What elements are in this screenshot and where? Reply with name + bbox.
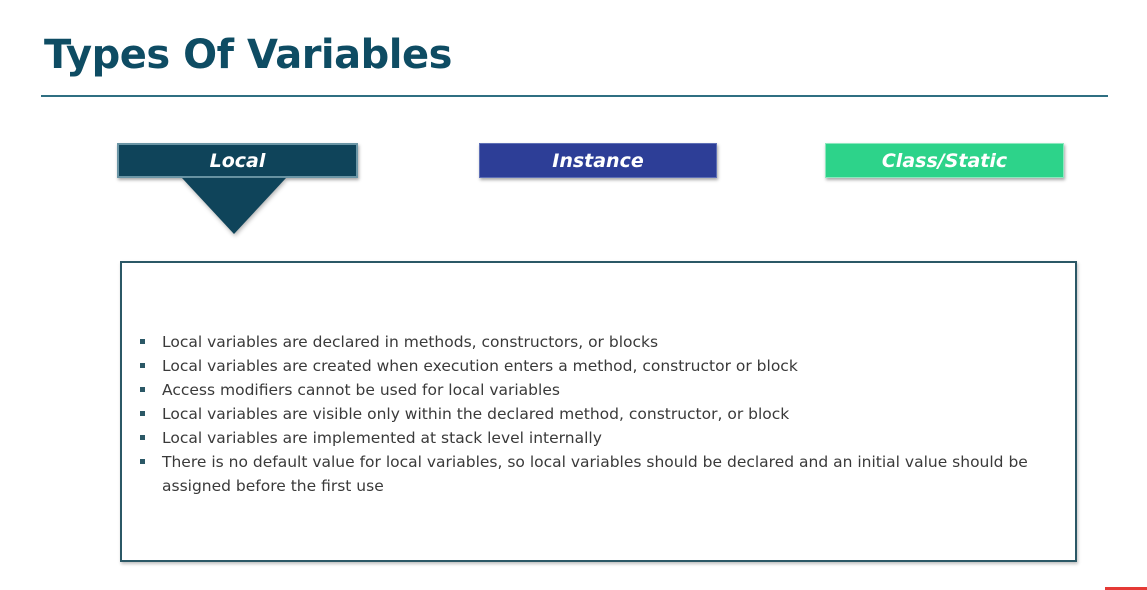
- slide-canvas: Types Of Variables Local Instance Class/…: [0, 0, 1147, 590]
- tab-local[interactable]: Local: [117, 143, 358, 178]
- tab-instance-label: Instance: [552, 149, 644, 172]
- square-bullet-icon: [140, 459, 145, 464]
- list-item-text: Local variables are created when executi…: [162, 357, 798, 375]
- list-item: Local variables are visible only within …: [140, 402, 1040, 426]
- list-item: Access modifiers cannot be used for loca…: [140, 378, 1040, 402]
- tab-instance[interactable]: Instance: [479, 143, 717, 178]
- slide-title: Types Of Variables: [44, 32, 452, 78]
- tab-local-label: Local: [209, 149, 266, 172]
- title-underline: [41, 95, 1108, 97]
- square-bullet-icon: [140, 339, 145, 344]
- list-item: Local variables are implemented at stack…: [140, 426, 1040, 450]
- list-item-text: There is no default value for local vari…: [162, 453, 1028, 495]
- list-item: Local variables are created when executi…: [140, 354, 1040, 378]
- bullet-list: Local variables are declared in methods,…: [140, 330, 1040, 498]
- selected-tab-pointer-icon: [182, 178, 286, 234]
- list-item: Local variables are declared in methods,…: [140, 330, 1040, 354]
- list-item: There is no default value for local vari…: [140, 450, 1040, 498]
- tab-class-static-label: Class/Static: [881, 149, 1008, 172]
- square-bullet-icon: [140, 411, 145, 416]
- tab-class-static[interactable]: Class/Static: [825, 143, 1064, 178]
- list-item-text: Access modifiers cannot be used for loca…: [162, 381, 560, 399]
- list-item-text: Local variables are implemented at stack…: [162, 429, 602, 447]
- list-item-text: Local variables are visible only within …: [162, 405, 790, 423]
- square-bullet-icon: [140, 435, 145, 440]
- square-bullet-icon: [140, 387, 145, 392]
- square-bullet-icon: [140, 363, 145, 368]
- list-item-text: Local variables are declared in methods,…: [162, 333, 659, 351]
